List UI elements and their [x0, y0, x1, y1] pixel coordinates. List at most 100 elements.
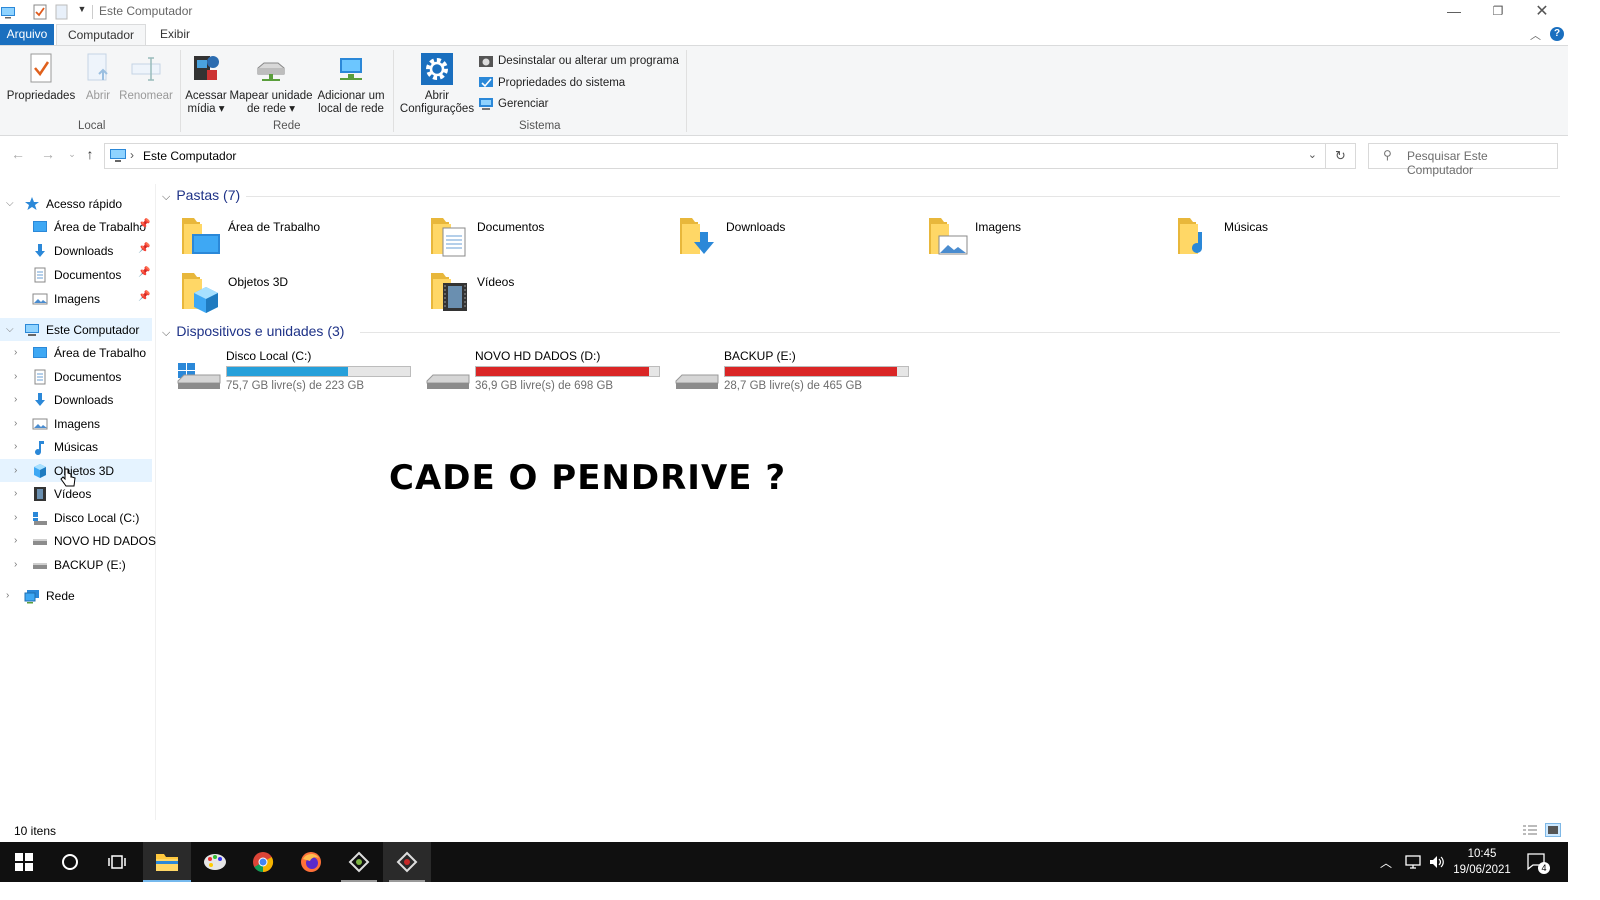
chevron-right-icon[interactable]: ›	[14, 394, 26, 405]
chevron-right-icon[interactable]: ›	[6, 590, 18, 601]
open-button[interactable]: Abrir	[80, 52, 116, 103]
details-view-icon[interactable]	[1522, 824, 1538, 836]
breadcrumb[interactable]: Este Computador	[143, 149, 236, 163]
nav-pc-item-backup[interactable]: › BACKUP (E:)	[0, 553, 156, 576]
refresh-button[interactable]: ↻	[1326, 143, 1356, 169]
star-icon	[24, 196, 40, 212]
nav-label: Downloads	[54, 243, 114, 258]
pin-icon[interactable]: 📌	[138, 219, 150, 230]
this-pc-icon[interactable]	[0, 4, 16, 20]
folder-3d-objects[interactable]: Objetos 3D	[180, 269, 420, 317]
taskbar-app-2[interactable]	[383, 842, 431, 882]
open-settings-button[interactable]: Abrir Configurações	[399, 52, 475, 116]
chevron-right-icon[interactable]: ›	[14, 559, 26, 570]
taskbar-file-explorer[interactable]	[143, 842, 191, 882]
collapse-ribbon-icon[interactable]: ︿	[1530, 27, 1541, 43]
chevron-right-icon[interactable]: ›	[14, 535, 26, 546]
chevron-down-icon[interactable]: ⌵	[6, 324, 18, 335]
manage-button[interactable]: Gerenciar	[478, 95, 549, 113]
pin-icon[interactable]: 📌	[138, 267, 150, 278]
minimize-button[interactable]: —	[1432, 0, 1476, 22]
nav-pc-item-novo-hd[interactable]: › NOVO HD DADOS (	[0, 529, 156, 552]
folder-downloads[interactable]: Downloads	[678, 214, 918, 262]
folder-documents[interactable]: Documentos	[429, 214, 669, 262]
tab-computer[interactable]: Computador	[56, 24, 146, 46]
nav-this-pc[interactable]: ⌵ Este Computador	[0, 318, 152, 341]
volume-icon[interactable]	[1428, 854, 1446, 870]
chevron-right-icon[interactable]: ›	[14, 441, 26, 452]
tab-file[interactable]: Arquivo	[0, 24, 54, 46]
recent-locations-icon[interactable]: ⌄	[62, 149, 82, 169]
open-settings-label-2: Configurações	[399, 103, 475, 115]
action-center-icon[interactable]: 4	[1526, 852, 1550, 874]
start-button[interactable]	[0, 842, 48, 882]
folder-music[interactable]: Músicas	[1176, 214, 1416, 262]
nav-pc-item-pictures[interactable]: › Imagens	[0, 412, 156, 435]
taskbar-chrome[interactable]	[239, 842, 287, 882]
uninstall-program-button[interactable]: Desinstalar ou alterar um programa	[478, 52, 679, 70]
search-input[interactable]: ⚲ Pesquisar Este Computador	[1368, 143, 1558, 177]
chevron-right-icon[interactable]: ›	[14, 488, 26, 499]
nav-quick-item-downloads[interactable]: Downloads 📌	[0, 239, 156, 262]
drive-local-disk-c[interactable]: Disco Local (C:) 75,7 GB livre(s) de 223…	[176, 349, 416, 397]
rename-button[interactable]: Renomear	[118, 52, 174, 103]
chevron-right-icon[interactable]: ›	[14, 512, 26, 523]
large-icons-view-icon[interactable]	[1545, 823, 1561, 837]
chevron-right-icon[interactable]: ›	[14, 371, 26, 382]
network-status-icon[interactable]	[1404, 854, 1422, 870]
restore-button[interactable]: ❐	[1476, 0, 1520, 22]
forward-arrow-icon[interactable]: →	[38, 146, 58, 166]
system-properties-button[interactable]: Propriedades do sistema	[478, 74, 625, 92]
taskbar-paint-app[interactable]	[191, 842, 239, 882]
folder-pictures[interactable]: Imagens	[927, 214, 1167, 262]
nav-pc-item-3d-objects[interactable]: › Objetos 3D	[0, 459, 152, 482]
pin-icon[interactable]: 📌	[138, 291, 150, 302]
nav-quick-item-pictures[interactable]: Imagens 📌	[0, 287, 156, 310]
group-label-system: Sistema	[519, 120, 561, 132]
properties-quick-icon[interactable]	[32, 4, 48, 20]
folders-section-header[interactable]: ⌵ Pastas (7)	[162, 187, 240, 204]
drive-usage-bar	[475, 366, 660, 377]
add-network-location-button[interactable]: Adicionar um local de rede	[315, 52, 387, 116]
windows-drive-icon	[176, 351, 222, 391]
nav-pc-item-music[interactable]: › Músicas	[0, 435, 156, 458]
drive-backup-e[interactable]: BACKUP (E:) 28,7 GB livre(s) de 465 GB	[674, 349, 914, 397]
folder-videos[interactable]: Vídeos	[429, 269, 669, 317]
new-folder-quick-icon[interactable]	[54, 4, 70, 20]
access-media-button[interactable]: Acessar mídia ▾	[185, 52, 227, 116]
chevron-right-icon[interactable]: ›	[14, 418, 26, 429]
nav-quick-item-desktop[interactable]: Área de Trabalho 📌	[0, 215, 156, 238]
nav-pc-item-documents[interactable]: › Documentos	[0, 365, 156, 388]
taskbar-firefox[interactable]	[287, 842, 335, 882]
properties-button[interactable]: Propriedades	[6, 52, 76, 103]
nav-pc-item-local-disk[interactable]: › Disco Local (C:)	[0, 506, 156, 529]
folder-desktop[interactable]: Área de Trabalho	[180, 214, 420, 262]
task-view-button[interactable]	[93, 842, 141, 882]
nav-pc-item-desktop[interactable]: › Área de Trabalho	[0, 341, 156, 364]
map-network-drive-button[interactable]: Mapear unidade de rede ▾	[229, 52, 313, 116]
up-arrow-icon[interactable]: ↑	[80, 146, 100, 166]
customize-toolbar-icon[interactable]: ▼	[74, 4, 90, 20]
search-button[interactable]	[46, 842, 94, 882]
chevron-right-icon[interactable]: ›	[14, 347, 26, 358]
nav-quick-access[interactable]: ⌵ Acesso rápido	[0, 192, 156, 215]
show-hidden-icons-chevron-icon[interactable]: ︿	[1380, 854, 1392, 871]
taskbar-app-1[interactable]	[335, 842, 383, 882]
nav-pc-item-downloads[interactable]: › Downloads	[0, 388, 156, 411]
system-clock[interactable]: 10:45 19/06/2021	[1448, 846, 1516, 878]
help-icon[interactable]: ?	[1550, 27, 1564, 41]
drive-usage-bar	[226, 366, 411, 377]
close-button[interactable]: ✕	[1520, 0, 1564, 22]
devices-section-header[interactable]: ⌵ Dispositivos e unidades (3)	[162, 323, 344, 340]
nav-pc-item-videos[interactable]: › Vídeos	[0, 482, 156, 505]
chevron-down-icon[interactable]: ⌵	[6, 198, 18, 209]
back-arrow-icon[interactable]: ←	[8, 146, 28, 166]
chevron-right-icon[interactable]: ›	[14, 465, 26, 476]
tab-view[interactable]: Exibir	[152, 24, 198, 46]
pin-icon[interactable]: 📌	[138, 243, 150, 254]
address-field[interactable]: › Este Computador ⌄	[104, 143, 1326, 169]
address-dropdown-icon[interactable]: ⌄	[1308, 148, 1317, 161]
drive-novo-hd-dados-d[interactable]: NOVO HD DADOS (D:) 36,9 GB livre(s) de 6…	[425, 349, 665, 397]
nav-network[interactable]: › Rede	[0, 584, 156, 607]
nav-quick-item-documents[interactable]: Documentos 📌	[0, 263, 156, 286]
